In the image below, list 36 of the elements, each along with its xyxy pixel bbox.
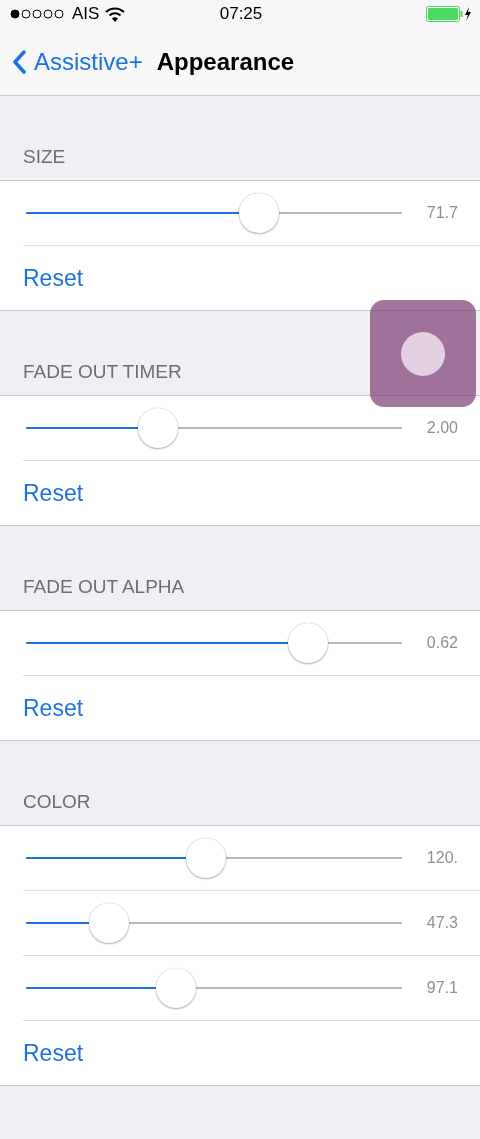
slider-value: 120. — [426, 849, 458, 867]
battery-icon — [426, 6, 472, 22]
circle-icon — [401, 331, 445, 376]
back-button[interactable]: Assistive+ — [12, 47, 143, 76]
slider[interactable] — [26, 622, 402, 664]
page-title: Appearance — [156, 47, 295, 76]
slider-thumb[interactable] — [88, 903, 129, 943]
slider-value: 71.7 — [426, 204, 458, 222]
floating-assistive-button[interactable] — [370, 300, 476, 407]
reset-button[interactable]: Reset — [23, 694, 84, 722]
wifi-icon — [105, 6, 126, 22]
slider-thumb[interactable] — [186, 838, 227, 878]
slider-value: 97.1 — [426, 979, 458, 997]
status-time: 07:25 — [219, 4, 263, 24]
carrier-name: AIS — [72, 4, 100, 24]
slider-thumb[interactable] — [156, 968, 197, 1008]
slider-value: 47.3 — [426, 914, 458, 932]
section-header: SIZE — [23, 146, 66, 168]
section-header: COLOR — [23, 791, 91, 813]
signal-icon — [10, 9, 66, 19]
slider[interactable] — [26, 967, 402, 1009]
slider[interactable] — [26, 902, 402, 944]
slider[interactable] — [26, 192, 402, 234]
chevron-left-icon — [12, 49, 26, 74]
slider-value: 2.00 — [426, 419, 458, 437]
slider[interactable] — [26, 407, 402, 449]
slider-thumb[interactable] — [288, 623, 328, 663]
reset-button[interactable]: Reset — [23, 479, 84, 507]
section-header: FADE OUT TIMER — [23, 361, 182, 383]
slider-thumb[interactable] — [137, 408, 178, 448]
reset-button[interactable]: Reset — [23, 264, 84, 292]
reset-button[interactable]: Reset — [23, 1039, 84, 1067]
slider-thumb[interactable] — [239, 193, 280, 233]
slider[interactable] — [26, 837, 402, 879]
section-header: FADE OUT ALPHA — [23, 576, 185, 598]
slider-value: 0.62 — [426, 634, 458, 652]
